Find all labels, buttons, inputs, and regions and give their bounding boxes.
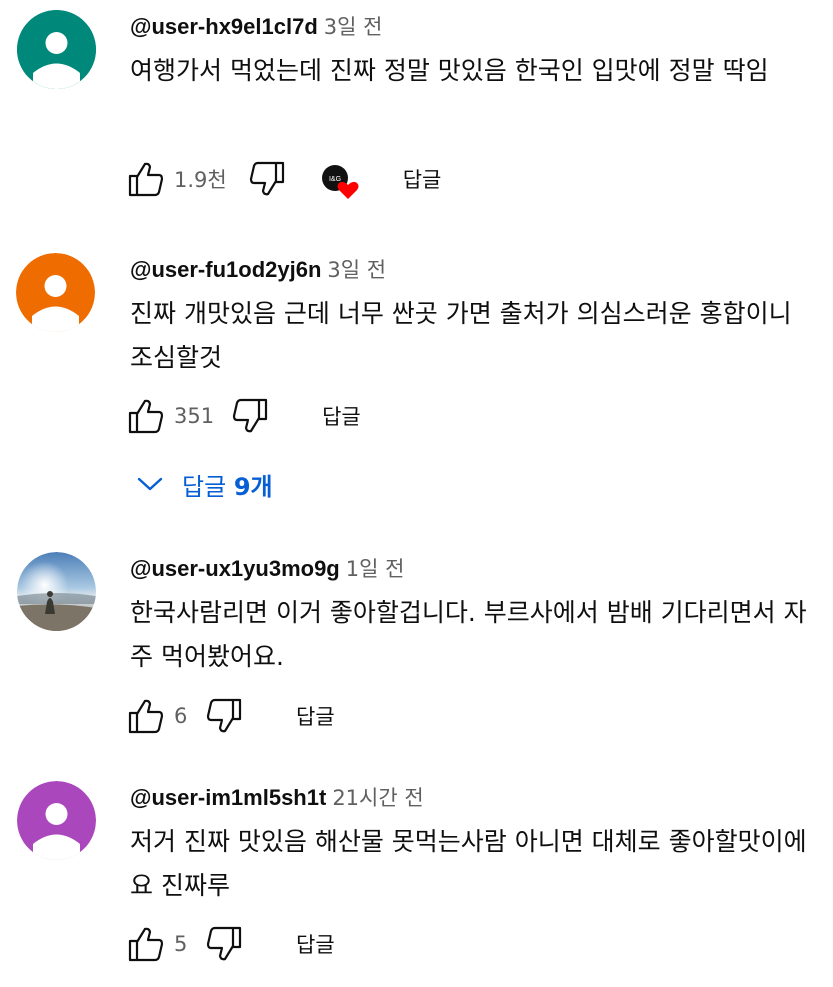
avatar[interactable] (17, 781, 96, 860)
comment-header: @user-ux1yu3mo9g 1일 전 (130, 551, 810, 587)
comment-actions: 5 답글 (124, 919, 345, 969)
like-button[interactable] (124, 694, 168, 738)
chevron-down-icon (132, 466, 168, 502)
comment-body: @user-fu1od2yj6n 3일 전 진짜 개맛있음 근데 너무 싼곳 가면… (130, 243, 810, 380)
like-button[interactable] (124, 922, 168, 966)
avatar[interactable] (17, 552, 96, 631)
creator-heart-icon: I&G (321, 165, 359, 199)
author-name[interactable]: @user-ux1yu3mo9g (130, 556, 340, 581)
comment-text: 여행가서 먹었는데 진짜 정말 맛있음 한국인 입맛에 정말 딱임 (130, 56, 769, 85)
thumbs-down-icon (206, 698, 242, 733)
comment-body: @user-ux1yu3mo9g 1일 전 한국사람리면 이거 좋아할겁니다. 부… (130, 542, 810, 679)
thumbs-up-icon (128, 162, 164, 197)
default-avatar-icon (17, 781, 96, 860)
avatar[interactable] (17, 10, 96, 89)
like-button[interactable] (124, 157, 168, 201)
thumbs-down-icon (206, 926, 242, 961)
comment-actions: 6 답글 (124, 691, 345, 741)
timestamp[interactable]: 1일 전 (346, 557, 405, 581)
timestamp[interactable]: 21시간 전 (332, 786, 423, 810)
dislike-button[interactable] (245, 157, 289, 201)
comment-body: @user-hx9el1cl7d 3일 전 여행가서 먹었는데 진짜 정말 맛있음… (130, 0, 810, 93)
reply-button[interactable]: 답글 (312, 395, 371, 437)
like-count: 351 (174, 404, 215, 428)
comment-header: @user-fu1od2yj6n 3일 전 (130, 252, 810, 288)
timestamp[interactable]: 3일 전 (327, 258, 386, 282)
comment-text: 한국사람리면 이거 좋아할겁니다. 부르사에서 밤배 기다리면서 자주 먹어봤어… (130, 598, 807, 671)
timestamp[interactable]: 3일 전 (324, 15, 383, 39)
comment-header: @user-im1ml5sh1t 21시간 전 (130, 780, 810, 816)
thumbs-down-icon (249, 161, 284, 196)
dislike-button[interactable] (202, 922, 246, 966)
avatar[interactable] (16, 253, 95, 332)
comment-body: @user-im1ml5sh1t 21시간 전 저거 진짜 맛있음 해산물 못먹는… (130, 771, 810, 908)
comment-actions: 351 답글 (124, 391, 371, 441)
reply-button[interactable]: 답글 (286, 923, 345, 965)
thumbs-up-icon (128, 399, 164, 434)
creator-badge-text: I&G (329, 176, 341, 183)
profile-photo-icon (17, 552, 96, 631)
comment-header: @user-hx9el1cl7d 3일 전 (130, 9, 810, 45)
thumbs-down-icon (232, 398, 268, 433)
replies-label: 답글 (182, 472, 227, 501)
comment-actions: 1.9천 I&G 답글 (124, 154, 451, 204)
comment-text: 저거 진짜 맛있음 해산물 못먹는사람 아니면 대체로 좋아할맛이에요 진짜루 (130, 827, 807, 900)
reply-button[interactable]: 답글 (393, 158, 452, 200)
dislike-button[interactable] (202, 694, 246, 738)
default-avatar-icon (16, 253, 95, 332)
author-name[interactable]: @user-fu1od2yj6n (130, 257, 321, 282)
view-replies-button[interactable]: 답글 9개 (132, 462, 273, 506)
thumbs-up-icon (128, 927, 164, 962)
comment-text: 진짜 개맛있음 근데 너무 싼곳 가면 출처가 의심스러운 홍합이니 조심할것 (130, 299, 792, 372)
author-name[interactable]: @user-hx9el1cl7d (130, 14, 318, 39)
thumbs-up-icon (128, 699, 164, 734)
like-count: 5 (174, 932, 188, 956)
like-count: 1.9천 (174, 168, 227, 192)
like-count: 6 (174, 704, 188, 728)
author-name[interactable]: @user-im1ml5sh1t (130, 785, 326, 810)
replies-count: 9개 (233, 472, 273, 501)
creator-heart: I&G (319, 162, 359, 199)
reply-button[interactable]: 답글 (286, 695, 345, 737)
dislike-button[interactable] (228, 394, 272, 438)
like-button[interactable] (124, 394, 168, 438)
default-avatar-icon (17, 10, 96, 89)
